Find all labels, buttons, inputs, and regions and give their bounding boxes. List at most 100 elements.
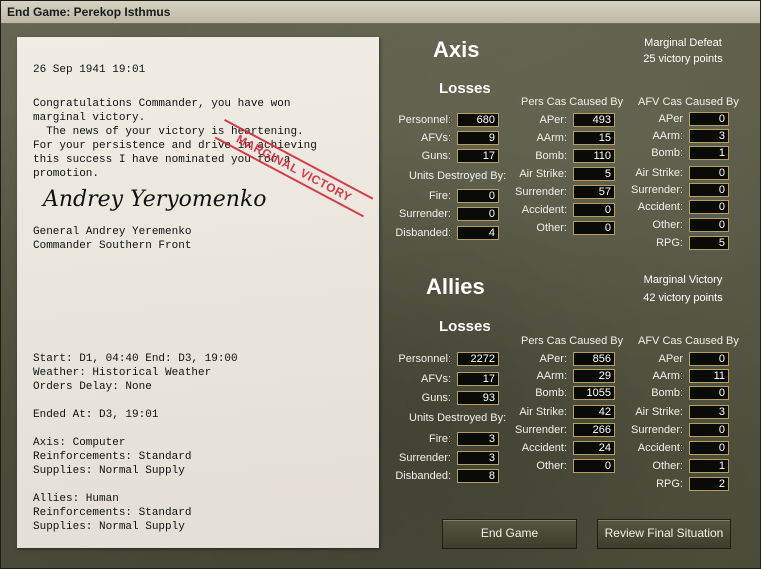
allies-personnel-label: Personnel: — [398, 353, 451, 365]
axis-losses-heading: Losses — [439, 80, 491, 97]
title-bar: End Game: Perekop Isthmus — [1, 1, 760, 24]
axis-afv-airstrike-label: Air Strike: — [635, 167, 683, 179]
axis-pers-bomb-value: 110 — [573, 149, 615, 163]
allies-afv-other-value: 1 — [689, 459, 729, 473]
axis-afv-other-label: Other: — [652, 219, 683, 231]
axis-afv-surrender-value: 0 — [689, 183, 729, 197]
letter-date: 26 Sep 1941 19:01 — [33, 64, 146, 76]
allies-pers-other-label: Other: — [536, 460, 567, 472]
allies-pers-surrender-label: Surrender: — [515, 424, 567, 436]
allies-surrender-label: Surrender: — [399, 452, 451, 464]
axis-pers-aarm-value: 15 — [573, 131, 615, 145]
allies-pers-accident-label: Accident: — [521, 442, 567, 454]
allies-afv-accident-value: 0 — [689, 441, 729, 455]
allies-afvs-value: 17 — [457, 372, 499, 386]
axis-afv-other-value: 0 — [689, 218, 729, 232]
commander-letter: 26 Sep 1941 19:01 Congratulations Comman… — [17, 37, 379, 548]
allies-guns-label: Guns: — [421, 392, 451, 404]
allies-afv-surrender-value: 0 — [689, 423, 729, 437]
allies-afv-aper-label: APer — [658, 353, 683, 365]
allies-pers-surrender-value: 266 — [573, 423, 615, 437]
axis-pers-other-label: Other: — [536, 222, 567, 234]
axis-pers-airstrike-value: 5 — [573, 167, 615, 181]
allies-afv-accident-label: Accident: — [637, 442, 683, 454]
letter-body-line: marginal victory. — [33, 112, 146, 124]
signer-title: Commander Southern Front — [33, 240, 192, 252]
axis-afv-cas-heading: AFV Cas Caused By — [638, 96, 739, 108]
axis-afvs-value: 9 — [457, 131, 499, 145]
axis-fire-value: 0 — [457, 189, 499, 203]
allies-pers-aper-value: 856 — [573, 352, 615, 366]
allies-afv-aarm-value: 11 — [689, 369, 729, 383]
allies-afv-bomb-value: 0 — [689, 386, 729, 400]
axis-fire-label: Fire: — [429, 190, 451, 202]
allies-afv-airstrike-label: Air Strike: — [635, 406, 683, 418]
axis-pers-aper-value: 493 — [573, 113, 615, 127]
axis-pers-aarm-label: AArm: — [536, 132, 567, 144]
allies-fire-value: 3 — [457, 432, 499, 446]
allies-disbanded-value: 8 — [457, 469, 499, 483]
end-game-button[interactable]: End Game — [442, 519, 577, 549]
axis-pers-surrender-value: 57 — [573, 185, 615, 199]
allies-pers-airstrike-label: Air Strike: — [519, 406, 567, 418]
allies-verdict: Marginal Victory — [643, 274, 723, 286]
axis-pers-cas-heading: Pers Cas Caused By — [521, 96, 624, 108]
axis-verdict: Marginal Defeat — [644, 37, 722, 49]
axis-disbanded-label: Disbanded: — [395, 227, 451, 239]
scenario-info-line: Weather: Historical Weather — [33, 367, 212, 379]
axis-afv-rpg-label: RPG: — [656, 237, 683, 249]
axis-afv-rpg-value: 5 — [689, 236, 729, 250]
signature: Andrey Yeryomenko — [43, 187, 267, 212]
axis-pers-surrender-label: Surrender: — [515, 186, 567, 198]
allies-pers-aarm-value: 29 — [573, 369, 615, 383]
review-final-situation-button[interactable]: Review Final Situation — [597, 519, 731, 549]
allies-pers-bomb-label: Bomb: — [535, 387, 567, 399]
letter-body-line: Congratulations Commander, you have won — [33, 98, 291, 110]
scenario-info-line: Reinforcements: Standard — [33, 507, 192, 519]
letter-body-line: promotion. — [33, 168, 100, 180]
scenario-info-line: Ended At: D3, 19:01 — [33, 409, 159, 421]
axis-afv-surrender-label: Surrender: — [631, 184, 683, 196]
scenario-info-line: Axis: Computer — [33, 437, 126, 449]
axis-guns-value: 17 — [457, 149, 499, 163]
letter-body-line: The news of your victory is heartening. — [33, 126, 304, 138]
allies-afv-cas-heading: AFV Cas Caused By — [638, 335, 739, 347]
allies-personnel-value: 2272 — [457, 352, 499, 366]
allies-disbanded-label: Disbanded: — [395, 470, 451, 482]
end-game-window: End Game: Perekop Isthmus 26 Sep 1941 19… — [0, 0, 761, 569]
allies-afv-surrender-label: Surrender: — [631, 424, 683, 436]
scenario-info-line: Supplies: Normal Supply — [33, 521, 185, 533]
window-title: End Game: Perekop Isthmus — [7, 5, 171, 19]
allies-afv-rpg-label: RPG: — [656, 478, 683, 490]
allies-afv-rpg-value: 2 — [689, 477, 729, 491]
allies-victory-points: 42 victory points — [643, 292, 723, 304]
axis-victory-points: 25 victory points — [643, 53, 723, 65]
allies-pers-other-value: 0 — [573, 459, 615, 473]
axis-pers-airstrike-label: Air Strike: — [519, 168, 567, 180]
allies-pers-aper-label: APer: — [539, 353, 567, 365]
axis-personnel-label: Personnel: — [398, 114, 451, 126]
axis-guns-label: Guns: — [421, 150, 451, 162]
allies-fire-label: Fire: — [429, 433, 451, 445]
allies-afv-aper-value: 0 — [689, 352, 729, 366]
axis-afv-aarm-value: 3 — [689, 129, 729, 143]
axis-disbanded-value: 4 — [457, 226, 499, 240]
allies-losses-heading: Losses — [439, 318, 491, 335]
allies-afv-other-label: Other: — [652, 460, 683, 472]
axis-afvs-label: AFVs: — [421, 132, 451, 144]
allies-pers-airstrike-value: 42 — [573, 405, 615, 419]
allies-pers-bomb-value: 1055 — [573, 386, 615, 400]
scenario-info-line: Supplies: Normal Supply — [33, 465, 185, 477]
axis-units-destroyed-heading: Units Destroyed By: — [409, 170, 507, 182]
axis-surrender-value: 0 — [457, 207, 499, 221]
axis-afv-bomb-value: 1 — [689, 146, 729, 160]
allies-afvs-label: AFVs: — [421, 373, 451, 385]
axis-pers-other-value: 0 — [573, 221, 615, 235]
axis-pers-accident-value: 0 — [573, 203, 615, 217]
axis-afv-accident-label: Accident: — [637, 201, 683, 213]
axis-afv-aper-value: 0 — [689, 112, 729, 126]
allies-pers-cas-heading: Pers Cas Caused By — [521, 335, 624, 347]
allies-guns-value: 93 — [457, 391, 499, 405]
axis-personnel-value: 680 — [457, 113, 499, 127]
axis-afv-accident-value: 0 — [689, 200, 729, 214]
